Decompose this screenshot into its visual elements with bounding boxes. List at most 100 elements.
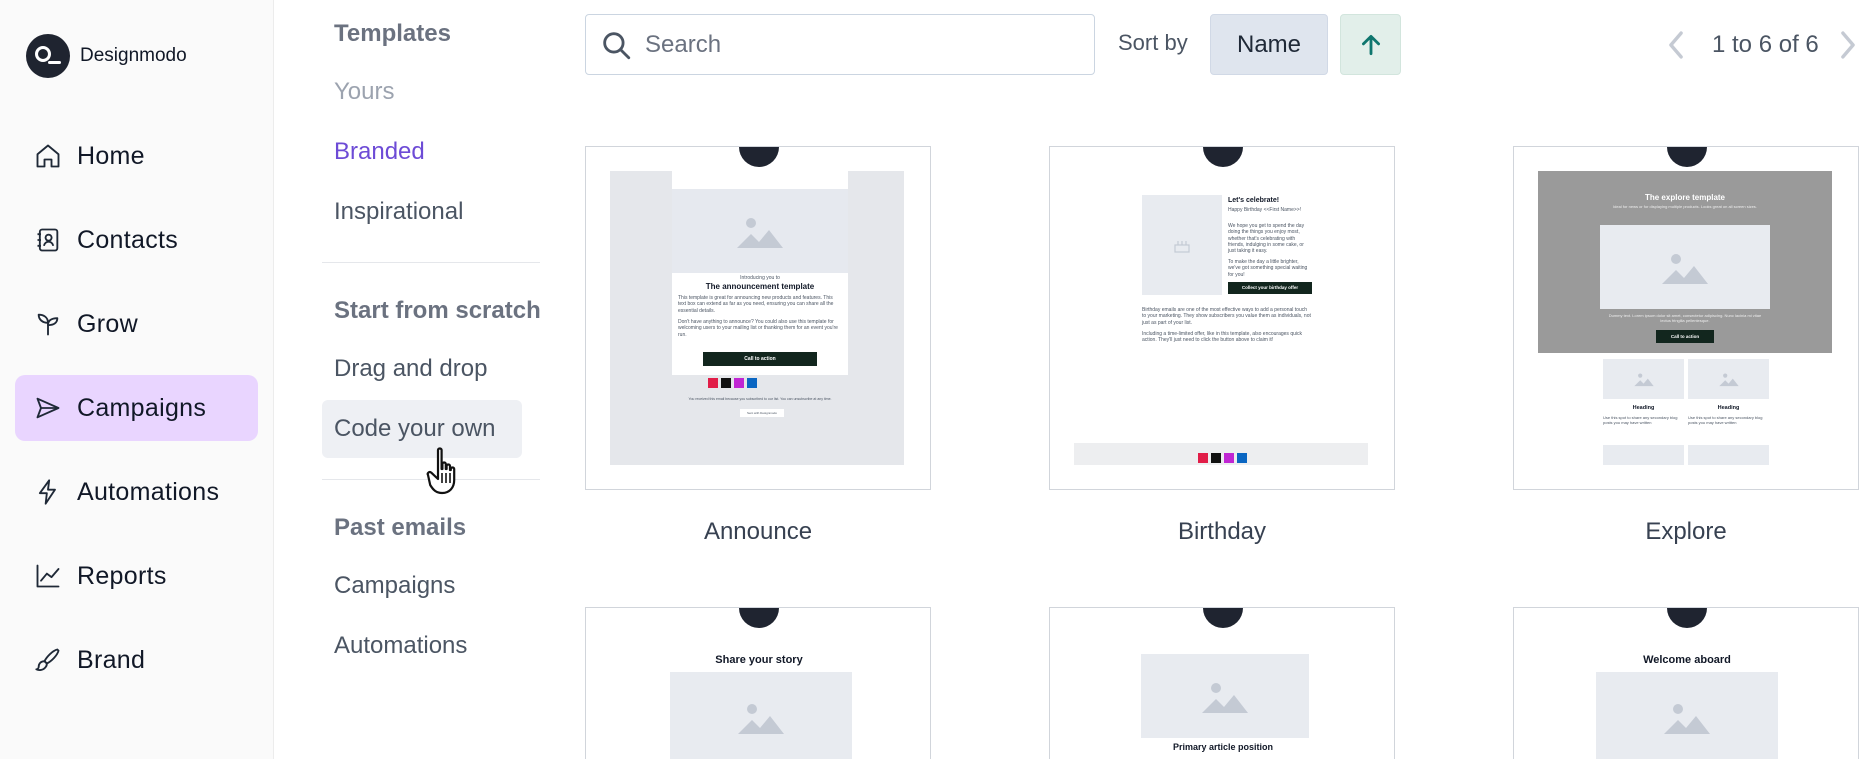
send-icon <box>33 393 63 423</box>
preview-body: Including a time-limited offer, like in … <box>1142 331 1302 344</box>
template-card-announce[interactable]: Introducing you to The announcement temp… <box>585 146 931 546</box>
sort-by-name-button[interactable]: Name <box>1210 14 1328 75</box>
nav-item-home[interactable]: Home <box>15 123 258 189</box>
template-preview: Primary article position <box>1049 607 1395 759</box>
preview-body: Dummy text. Lorem ipsum dolor sit amet, … <box>1608 313 1762 323</box>
template-card-primary-article[interactable]: Primary article position <box>1049 607 1395 759</box>
category-code-your-own[interactable]: Code your own <box>322 400 522 458</box>
template-preview: Welcome aboard <box>1513 607 1859 759</box>
template-preview: Share your story <box>585 607 931 759</box>
category-yours[interactable]: Yours <box>322 63 407 121</box>
preview-caption: Primary article position <box>1172 742 1274 752</box>
preview-body: Don't have anything to announce? You cou… <box>678 319 838 338</box>
image-placeholder-icon <box>1603 445 1684 465</box>
category-branded[interactable]: Branded <box>322 123 437 181</box>
search-input[interactable] <box>645 30 1065 59</box>
brand-logo[interactable]: Designmodo <box>26 34 187 78</box>
preview-heading: Heading <box>1632 405 1655 411</box>
brush-icon <box>33 645 63 675</box>
social-icons <box>708 378 757 388</box>
nav-item-brand[interactable]: Brand <box>15 627 258 693</box>
youtube-icon <box>708 378 718 388</box>
preview-body: To make the day a little brighter, we've… <box>1228 259 1308 278</box>
preview-badge: Sent with Designmodo <box>740 409 784 417</box>
logo-icon <box>1667 147 1707 167</box>
nav-label: Automations <box>77 477 220 506</box>
x-icon <box>1211 453 1221 463</box>
template-preview: Introducing you to The announcement temp… <box>585 146 931 490</box>
pagination-info: 1 to 6 of 6 <box>1712 31 1819 58</box>
logo-icon <box>1203 608 1243 628</box>
logo-icon <box>739 147 779 167</box>
sort-direction-button[interactable] <box>1340 14 1401 75</box>
preview-kicker: Introducing you to <box>740 275 780 281</box>
contacts-icon <box>33 225 63 255</box>
image-placeholder-icon <box>1688 359 1769 399</box>
preview-title: The announcement template <box>705 282 815 291</box>
category-drag-and-drop[interactable]: Drag and drop <box>322 340 499 398</box>
image-placeholder-icon <box>1141 654 1309 738</box>
logo-icon <box>739 608 779 628</box>
divider <box>322 262 540 263</box>
nav-item-reports[interactable]: Reports <box>15 543 258 609</box>
image-placeholder-icon <box>1603 359 1684 399</box>
chart-icon <box>33 561 63 591</box>
preview-title: Welcome aboard <box>1643 654 1731 666</box>
home-icon <box>33 141 63 171</box>
template-card-birthday[interactable]: Let's celebrate! Happy Birthday <<First … <box>1049 146 1395 546</box>
social-icons <box>1198 453 1247 463</box>
preview-title: The explore template <box>1644 193 1726 202</box>
image-placeholder-icon <box>670 672 852 759</box>
brand-name: Designmodo <box>80 45 187 66</box>
nav-item-grow[interactable]: Grow <box>15 291 258 357</box>
search-icon <box>603 31 631 59</box>
search-box[interactable] <box>585 14 1095 75</box>
instagram-icon <box>1224 453 1234 463</box>
nav-label: Contacts <box>77 225 179 254</box>
template-card-share-your-story[interactable]: Share your story <box>585 607 931 759</box>
youtube-icon <box>1198 453 1208 463</box>
preview-body: Use this spot to share any secondary blo… <box>1688 415 1763 425</box>
image-placeholder-icon <box>672 189 848 273</box>
previous-page-icon[interactable] <box>1664 28 1688 62</box>
category-past-campaigns[interactable]: Campaigns <box>322 557 467 615</box>
preview-cta: Call to action <box>1656 330 1714 343</box>
nav-item-automations[interactable]: Automations <box>15 459 258 525</box>
logo-icon <box>1203 147 1243 167</box>
preview-footer: You received this email because you subs… <box>688 397 832 401</box>
template-card-welcome-aboard[interactable]: Welcome aboard <box>1513 607 1859 759</box>
preview-title: Let's celebrate! <box>1228 197 1280 204</box>
preview-body: Use this spot to share any secondary blo… <box>1603 415 1678 425</box>
past-emails-heading: Past emails <box>334 514 467 541</box>
template-preview: Let's celebrate! Happy Birthday <<First … <box>1049 146 1395 490</box>
nav-label: Home <box>77 141 145 170</box>
preview-greeting: Happy Birthday <<First Name>>! <box>1228 207 1302 213</box>
template-name: Explore <box>1645 518 1727 545</box>
preview-body: We hope you get to spend the day doing t… <box>1228 223 1305 254</box>
preview-body: Birthday emails are one of the most effe… <box>1142 307 1311 326</box>
nav-item-campaigns[interactable]: Campaigns <box>15 375 258 441</box>
hand-cursor-icon <box>426 447 456 495</box>
template-categories: Templates Yours Branded Inspirational St… <box>322 0 542 759</box>
nav-label: Reports <box>77 561 167 590</box>
sprout-icon <box>33 309 63 339</box>
preview-heading: Heading <box>1717 405 1740 411</box>
template-card-explore[interactable]: The explore template Ideal for news or f… <box>1513 146 1859 546</box>
image-placeholder-icon <box>1596 672 1778 759</box>
category-inspirational[interactable]: Inspirational <box>322 183 475 241</box>
scratch-heading: Start from scratch <box>334 297 541 324</box>
sidebar: Designmodo Home Contacts Grow Campaigns … <box>0 0 274 759</box>
linkedin-icon <box>747 378 757 388</box>
preview-title: Share your story <box>715 654 803 666</box>
category-past-automations[interactable]: Automations <box>322 617 479 675</box>
templates-heading: Templates <box>334 20 451 47</box>
designmodo-logo-icon <box>26 34 70 78</box>
preview-body: This template is great for announcing ne… <box>678 295 834 314</box>
sort-label: Sort by <box>1118 30 1188 55</box>
nav-item-contacts[interactable]: Contacts <box>15 207 258 273</box>
next-page-icon[interactable] <box>1836 28 1860 62</box>
nav-label: Grow <box>77 309 138 338</box>
template-name: Announce <box>703 518 813 545</box>
lightning-icon <box>33 477 63 507</box>
image-placeholder-icon <box>1688 445 1769 465</box>
